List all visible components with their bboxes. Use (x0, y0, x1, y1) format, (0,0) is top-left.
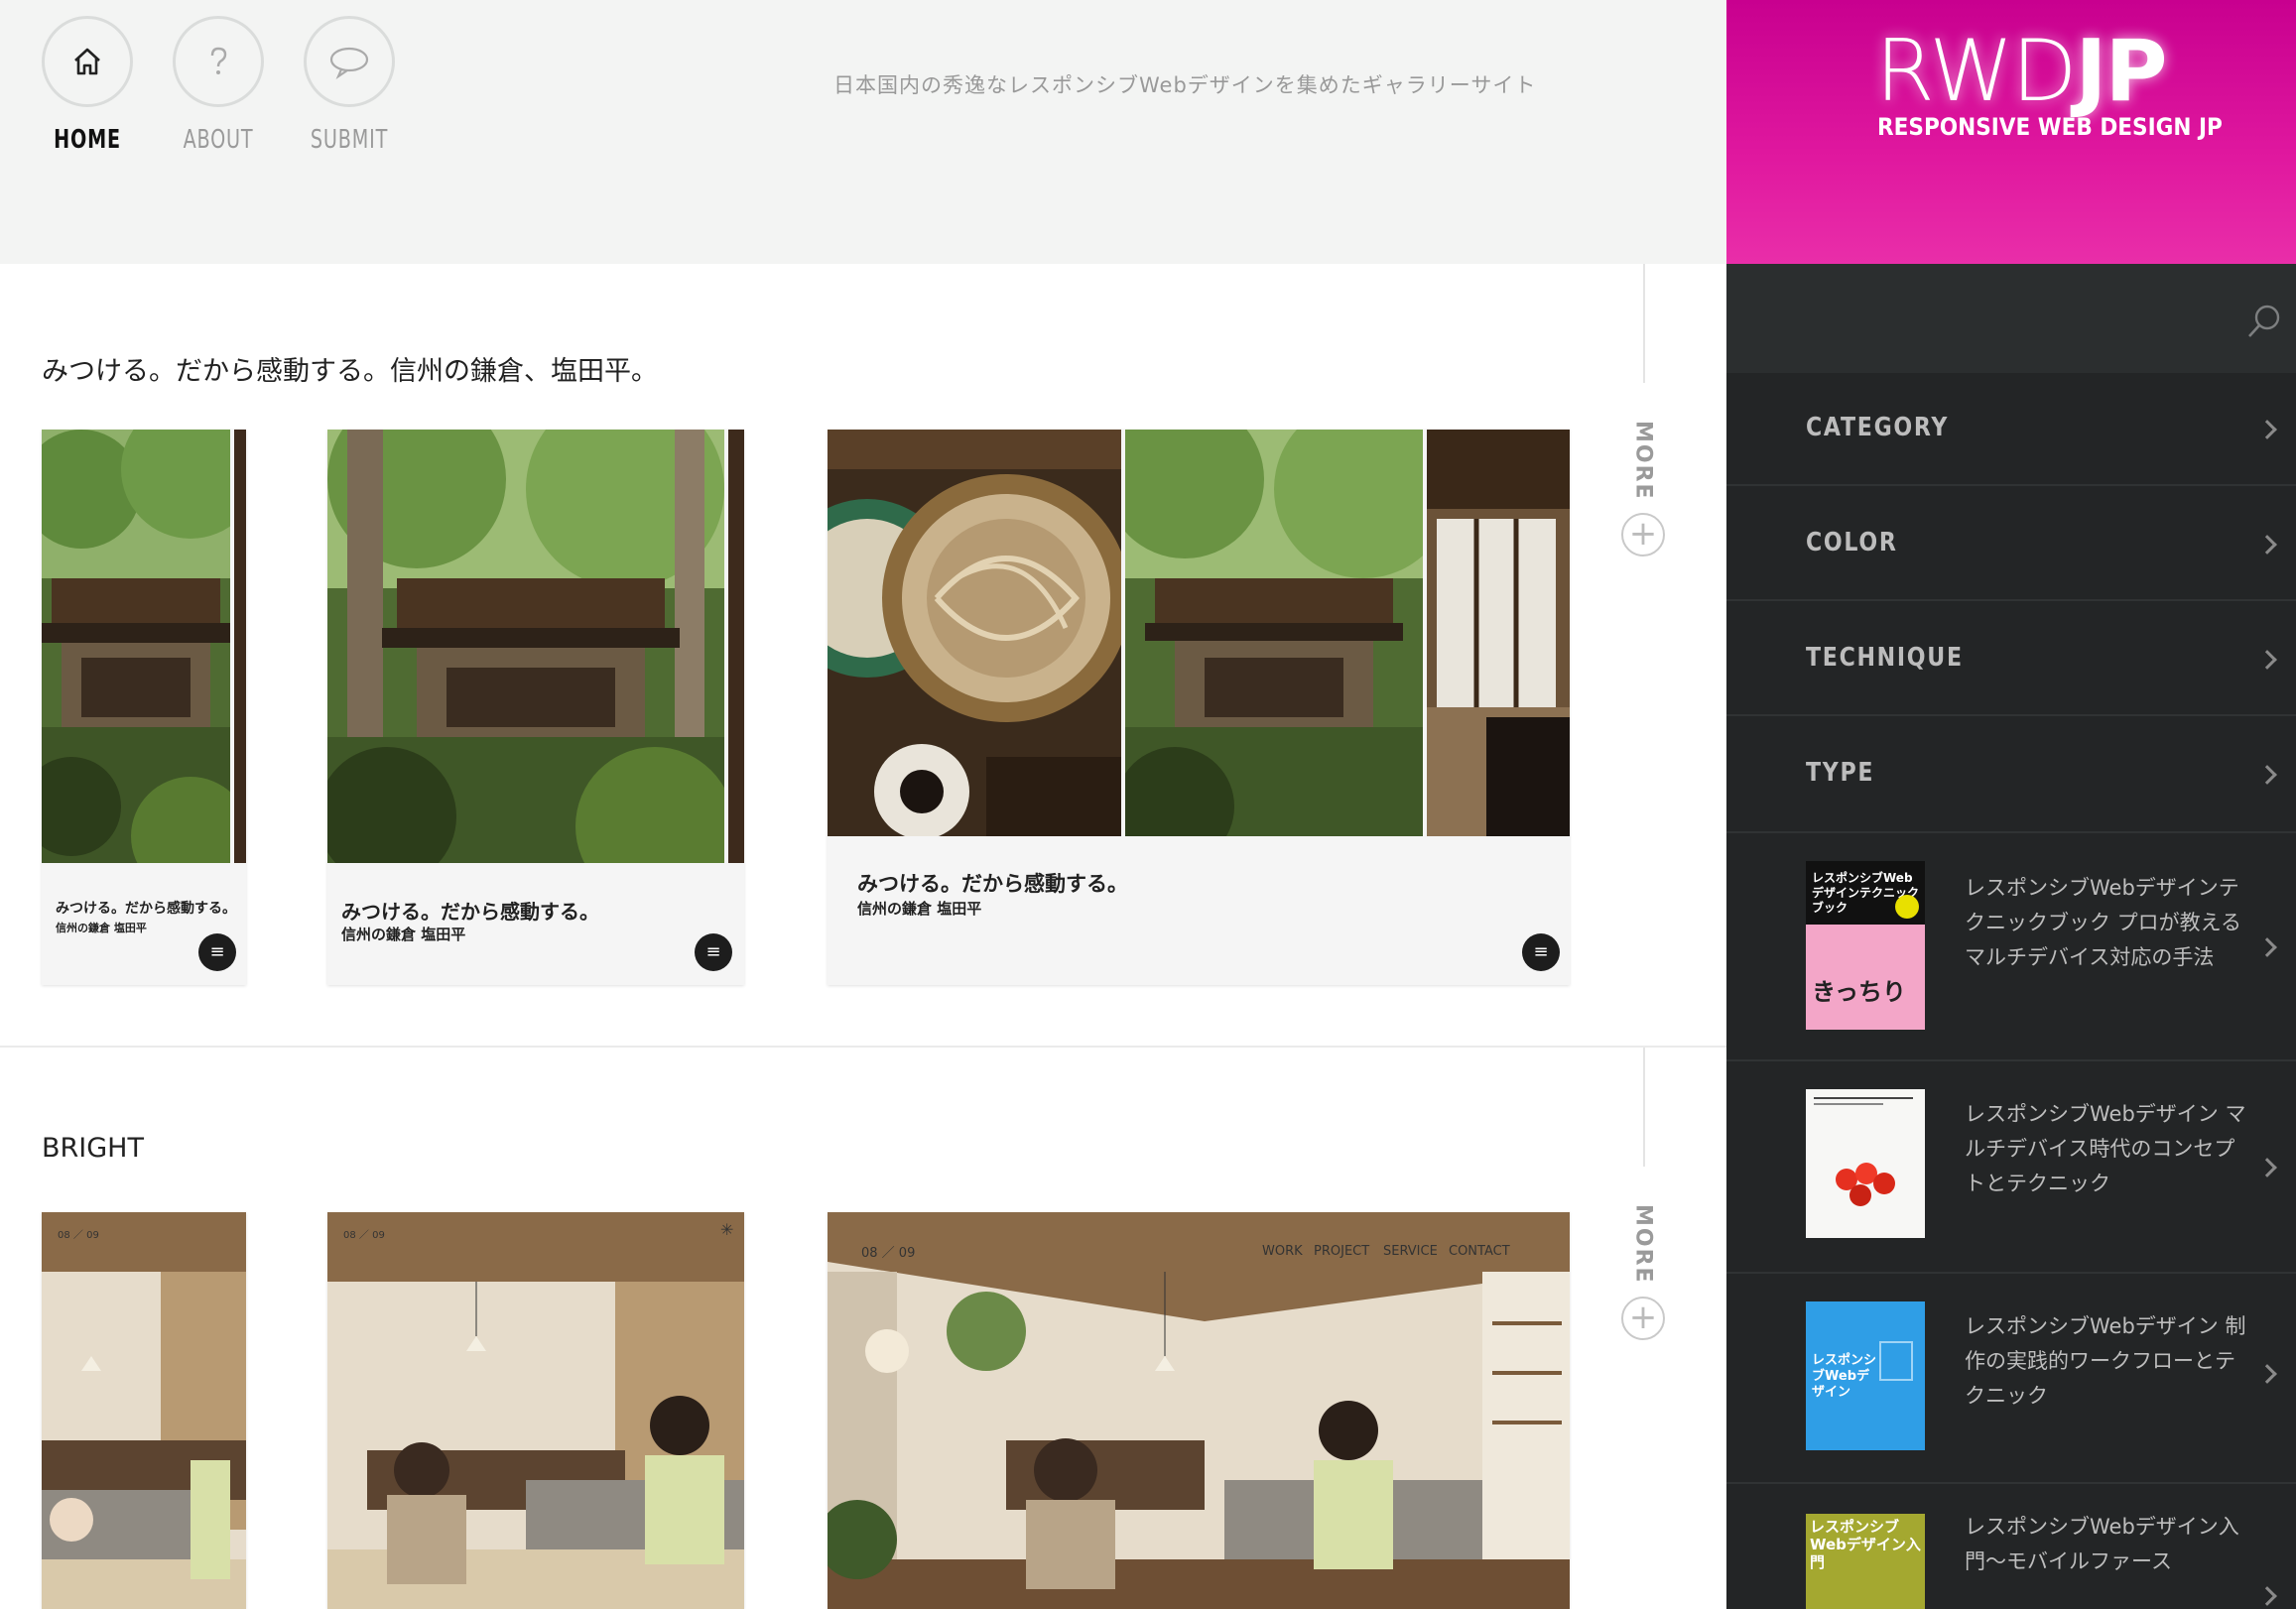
phone-screenshot[interactable]: みつける。だから感動する。 信州の鎌倉 塩田平 ≡ (42, 430, 246, 985)
nav-submit-label: SUBMIT (310, 125, 389, 155)
thumb-caption-title: みつける。だから感動する。 (56, 901, 236, 917)
home-icon (42, 16, 133, 107)
chevron-right-icon (2257, 650, 2277, 670)
chevron-right-icon (2257, 937, 2277, 957)
chevron-right-icon (2257, 420, 2277, 439)
logo[interactable]: RWDJP RESPONSIVE WEB DESIGN JP (1726, 0, 2296, 264)
menu-color-label: COLOR (1806, 528, 1898, 557)
more-rail (1643, 264, 1645, 383)
desktop-screenshot[interactable]: みつける。だから感動する。 信州の鎌倉 塩田平 ≡ (828, 430, 1570, 985)
gallery-section: みつける。だから感動する。信州の鎌倉、塩田平。 MORE + みつける。だから感… (0, 264, 1726, 1048)
slide-counter: 08 ／ 09 (343, 1230, 385, 1241)
thumb-caption-sub: 信州の鎌倉 塩田平 (341, 926, 466, 943)
book-title: レスポンシブWebデザインテクニックブック プロが教えるマルチデバイス対応の手法 (1965, 876, 2242, 969)
more-label: MORE (1630, 1204, 1656, 1285)
book-cover: レスポンシブWebデザインテクニックブック きっちり (1806, 861, 1925, 1030)
nav-home-label: HOME (54, 125, 121, 155)
soba-noodles-photo (828, 430, 1121, 836)
slide-counter: 08 ／ 09 (861, 1246, 916, 1261)
book-title: レスポンシブWebデザイン 制作の実践的ワークフローとテクニック (1965, 1314, 2246, 1408)
chevron-right-icon (2257, 1586, 2277, 1606)
logo-subtitle: RESPONSIVE WEB DESIGN JP (1877, 113, 2223, 141)
gallery-section: BRIGHT MORE + 08 ／ 09 08 ／ 09 ✳ 08 ／ 09 … (0, 1048, 1726, 1609)
book-item[interactable]: レスポンシブWebデザイン マルチデバイス時代のコンセプトとテクニック (1726, 1063, 2296, 1274)
nav-home[interactable]: HOME (18, 16, 157, 155)
menu-color[interactable]: COLOR (1726, 488, 2296, 601)
search-bar (1726, 264, 2296, 373)
chevron-right-icon (2257, 765, 2277, 785)
thumb-caption-sub: 信州の鎌倉 塩田平 (857, 900, 982, 918)
book-item[interactable]: レスポンシブWebデザイン レスポンシブWebデザイン 制作の実践的ワークフロー… (1726, 1276, 2296, 1484)
logo-wordmark: RWDJP (1875, 22, 2168, 121)
plus-icon: + (1621, 1296, 1665, 1340)
chevron-right-icon (2257, 535, 2277, 555)
nav-about-label: ABOUT (183, 125, 254, 155)
more-rail (1643, 1048, 1645, 1167)
menu-technique[interactable]: TECHNIQUE (1726, 603, 2296, 716)
phone-screenshot[interactable]: 08 ／ 09 (42, 1212, 246, 1609)
plus-icon: + (1621, 512, 1665, 557)
section-title: みつける。だから感動する。信州の鎌倉、塩田平。 (42, 356, 658, 387)
book-cover-title: レスポンシブWebデザイン入門 (1810, 1518, 1921, 1571)
book-cover: レスポンシブWebデザイン (1806, 1301, 1925, 1450)
nav-submit[interactable]: SUBMIT (280, 16, 419, 155)
site-nav-contact: CONTACT (1449, 1244, 1510, 1259)
forest-shrine-photo (327, 430, 724, 863)
nav-about[interactable]: ABOUT (149, 16, 288, 155)
site-nav-service: SERVICE (1383, 1244, 1438, 1259)
chevron-right-icon (2257, 1158, 2277, 1177)
site-tagline: 日本国内の秀逸なレスポンシブWebデザインを集めたギャラリーサイト (833, 73, 1537, 97)
site-nav-work: WORK (1262, 1244, 1303, 1259)
question-icon (173, 16, 264, 107)
thumb-caption-sub: 信州の鎌倉 塩田平 (56, 922, 147, 934)
book-item[interactable]: レスポンシブWebデザイン入門 レスポンシブWebデザイン入門〜モバイルファース (1726, 1486, 2296, 1609)
search-icon[interactable] (2244, 302, 2284, 345)
book-cover-accent: きっちり (1812, 978, 1907, 1006)
book-cover: レスポンシブWebデザイン入門 (1806, 1514, 1925, 1609)
tablet-screenshot[interactable]: みつける。だから感動する。 信州の鎌倉 塩田平 ≡ (327, 430, 744, 985)
more-button[interactable]: MORE + (1617, 1204, 1669, 1340)
menu-icon[interactable]: ≡ (695, 933, 732, 971)
desktop-screenshot[interactable]: 08 ／ 09 WORK PROJECT SERVICE CONTACT (828, 1212, 1570, 1609)
living-room-photo (828, 1212, 1570, 1609)
speech-bubble-icon (304, 16, 395, 107)
book-title: レスポンシブWebデザイン マルチデバイス時代のコンセプトとテクニック (1965, 1102, 2246, 1195)
search-input[interactable] (1726, 264, 2223, 373)
book-cover-title: レスポンシブWebデザイン (1812, 1353, 1877, 1400)
book-cover (1806, 1089, 1925, 1238)
menu-icon[interactable]: ≡ (198, 933, 236, 971)
site-header: HOME ABOUT SUBMIT 日本国内の秀逸なレスポンシブWebデザインを… (0, 0, 1726, 264)
book-item[interactable]: レスポンシブWebデザインテクニックブック きっちり レスポンシブWebデザイン… (1726, 835, 2296, 1061)
more-label: MORE (1630, 421, 1656, 501)
living-room-photo (327, 1212, 744, 1609)
menu-type[interactable]: TYPE (1726, 718, 2296, 833)
section-title: BRIGHT (42, 1133, 144, 1164)
book-title: レスポンシブWebデザイン入門〜モバイルファース (1965, 1515, 2239, 1573)
forest-shrine-photo (42, 430, 230, 863)
sidebar: RWDJP RESPONSIVE WEB DESIGN JP CATEGORY … (1726, 0, 2296, 1609)
menu-category[interactable]: CATEGORY (1726, 373, 2296, 486)
menu-type-label: TYPE (1806, 758, 1875, 788)
thumb-caption-title: みつける。だから感動する。 (341, 900, 599, 924)
living-room-photo (42, 1212, 246, 1609)
sparkle-icon: ✳ (720, 1220, 734, 1239)
site-nav-project: PROJECT (1314, 1244, 1370, 1259)
thumb-caption-title: みつける。だから感動する。 (857, 872, 1128, 896)
temple-interior-photo (1427, 430, 1570, 836)
menu-category-label: CATEGORY (1806, 413, 1950, 442)
slide-counter: 08 ／ 09 (58, 1230, 99, 1241)
more-button[interactable]: MORE + (1617, 421, 1669, 557)
tablet-screenshot[interactable]: 08 ／ 09 ✳ (327, 1212, 744, 1609)
chevron-right-icon (2257, 1364, 2277, 1384)
forest-shrine-photo (1125, 430, 1423, 836)
menu-technique-label: TECHNIQUE (1806, 643, 1964, 673)
menu-icon[interactable]: ≡ (1522, 933, 1560, 971)
